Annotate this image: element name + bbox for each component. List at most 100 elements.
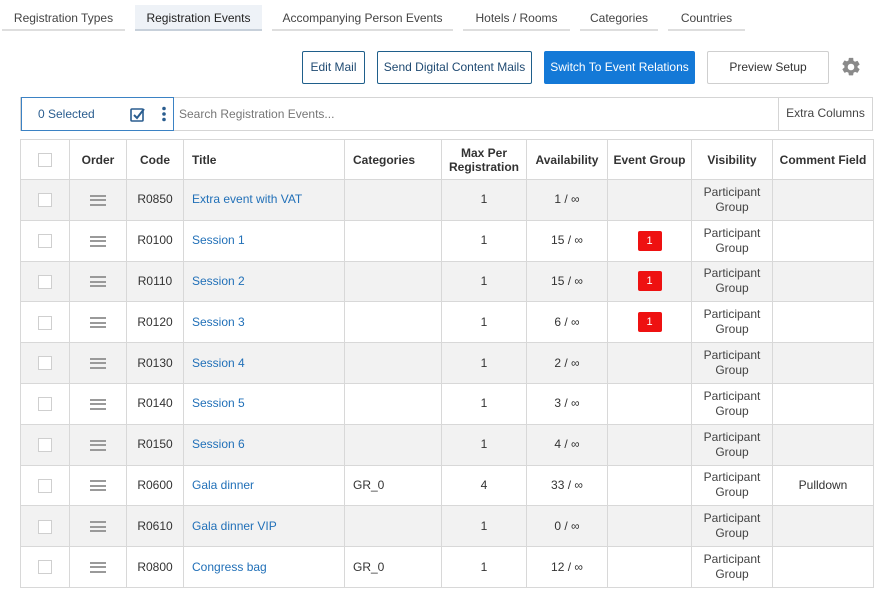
row-checkbox[interactable] [38, 519, 52, 534]
drag-handle-icon[interactable] [90, 276, 106, 288]
row-select-cell[interactable] [20, 464, 70, 507]
switch-to-event-relations-button[interactable]: Switch To Event Relations [544, 51, 695, 84]
header-code[interactable]: Code [126, 139, 184, 180]
row-checkbox[interactable] [38, 315, 52, 330]
select-all-checkbox[interactable] [38, 152, 52, 167]
row-comment-field: Pulldown [772, 464, 874, 507]
row-select-cell[interactable] [20, 342, 70, 384]
row-order-cell[interactable] [69, 179, 127, 221]
row-order-cell[interactable] [69, 464, 127, 507]
row-event-group-cell [607, 546, 692, 588]
tab-registration-types[interactable]: Registration Types [2, 5, 125, 31]
row-event-group-cell [607, 505, 692, 548]
tab-accompanying-person-events[interactable]: Accompanying Person Events [272, 5, 453, 31]
header-order[interactable]: Order [69, 139, 127, 180]
row-order-cell[interactable] [69, 546, 127, 588]
table-row[interactable]: R0120 Session 316 / ∞ 1 Participant Group [20, 301, 874, 344]
selection-box[interactable]: 0 Selected [21, 97, 174, 131]
row-order-cell[interactable] [69, 219, 127, 262]
drag-handle-icon[interactable] [90, 194, 106, 206]
drag-handle-icon[interactable] [90, 357, 106, 369]
table-row[interactable]: R0150 Session 6 14 / ∞ Participant Group [20, 423, 874, 466]
preview-setup-button[interactable]: Preview Setup [707, 51, 829, 84]
select-all-check-icon[interactable] [130, 107, 146, 123]
row-code: R0120 [126, 301, 184, 344]
row-checkbox[interactable] [38, 193, 52, 208]
row-title-link[interactable]: Session 6 [192, 437, 245, 451]
drag-handle-icon[interactable] [90, 439, 106, 451]
row-checkbox[interactable] [38, 274, 52, 289]
table-row[interactable]: R0100 Session 1 1 15 / ∞ 1 Participant Group [20, 219, 874, 262]
row-select-cell[interactable] [20, 179, 70, 221]
table-row[interactable]: R0130 Session 4 12 / ∞ Participant Group [20, 342, 874, 384]
table-row[interactable]: R0140 Session 5 13 / ∞ Participant Group [20, 382, 874, 425]
table-row[interactable]: R0610 Gala dinner VIP 1 0 / ∞ Participant Gr… [20, 505, 874, 548]
row-select-cell[interactable] [20, 301, 70, 344]
header-availability[interactable]: Availability [526, 139, 608, 180]
row-title-link[interactable]: Session 3 [192, 315, 245, 329]
drag-handle-icon[interactable] [90, 317, 106, 329]
row-checkbox[interactable] [38, 478, 52, 493]
row-order-cell[interactable] [69, 301, 127, 344]
table-row[interactable]: R0110 Session 2 1 15 / ∞ 1 Participant Group [20, 260, 874, 303]
send-digital-content-mails-button[interactable]: Send Digital Content Mails [377, 51, 532, 84]
row-visibility: Participant Group [691, 260, 773, 303]
row-order-cell[interactable] [69, 505, 127, 548]
header-visibility[interactable]: Visibility [691, 139, 773, 180]
row-select-cell[interactable] [20, 546, 70, 588]
row-title-link[interactable]: Gala dinner [192, 478, 254, 492]
edit-mail-button[interactable]: Edit Mail [302, 51, 365, 84]
row-title-link[interactable]: Congress bag [192, 560, 267, 574]
header-comment-field[interactable]: Comment Field [772, 139, 874, 180]
row-order-cell[interactable] [69, 423, 127, 466]
tab-registration-events[interactable]: Registration Events [135, 5, 262, 31]
row-availability: 0 / ∞ [526, 505, 608, 548]
header-max-per-registration[interactable]: Max Per Registration [441, 139, 527, 180]
drag-handle-icon[interactable] [90, 235, 106, 247]
header-event-group[interactable]: Event Group [607, 139, 692, 180]
row-select-cell[interactable] [20, 505, 70, 548]
row-title-link[interactable]: Session 1 [192, 233, 245, 247]
row-title-link[interactable]: Session 2 [192, 274, 245, 288]
table-row[interactable]: R0800 Congress bag GR_0 1 12 / ∞ Participant … [20, 546, 874, 588]
row-order-cell[interactable] [69, 382, 127, 425]
row-select-cell[interactable] [20, 219, 70, 262]
header-title[interactable]: Title [183, 139, 345, 180]
tab-hotels-rooms[interactable]: Hotels / Rooms [463, 5, 570, 31]
row-title-link[interactable]: Extra event with VAT [192, 192, 302, 206]
row-availability: 3 / ∞ [526, 382, 608, 425]
table-row[interactable]: R0600 Gala dinner GR_0 4 33 / ∞ Participant G… [20, 464, 874, 507]
header-select-all[interactable] [20, 139, 70, 180]
drag-handle-icon[interactable] [90, 561, 106, 573]
tab-categories[interactable]: Categories [580, 5, 658, 31]
header-categories[interactable]: Categories [344, 139, 442, 180]
row-select-cell[interactable] [20, 382, 70, 425]
row-title-link[interactable]: Session 4 [192, 356, 245, 370]
gear-icon[interactable] [840, 56, 862, 78]
row-checkbox[interactable] [38, 234, 52, 249]
drag-handle-icon[interactable] [90, 521, 106, 533]
row-order-cell[interactable] [69, 260, 127, 303]
extra-columns-button[interactable]: Extra Columns [778, 97, 872, 131]
row-checkbox[interactable] [38, 356, 52, 371]
row-title-link[interactable]: Session 5 [192, 396, 245, 410]
row-checkbox[interactable] [38, 438, 52, 452]
row-select-cell[interactable] [20, 423, 70, 466]
row-availability: 1 / ∞ [526, 179, 608, 221]
row-max-per-registration: 1 [441, 179, 527, 221]
selected-count: 0 Selected [38, 107, 95, 121]
row-visibility: Participant Group [691, 382, 773, 425]
drag-handle-icon[interactable] [90, 480, 106, 492]
row-order-cell[interactable] [69, 342, 127, 384]
row-event-group-cell [607, 342, 692, 384]
row-checkbox[interactable] [38, 397, 52, 412]
row-select-cell[interactable] [20, 260, 70, 303]
row-title-link[interactable]: Gala dinner VIP [192, 519, 277, 533]
drag-handle-icon[interactable] [90, 398, 106, 410]
search-input[interactable] [175, 98, 779, 130]
tab-countries[interactable]: Countries [668, 5, 745, 31]
more-options-icon[interactable] [161, 106, 167, 122]
row-checkbox[interactable] [38, 560, 52, 575]
table-row[interactable]: R0850 Extra event with VAT 1 1 / ∞ Participa… [20, 179, 874, 221]
row-availability: 33 / ∞ [526, 464, 608, 507]
